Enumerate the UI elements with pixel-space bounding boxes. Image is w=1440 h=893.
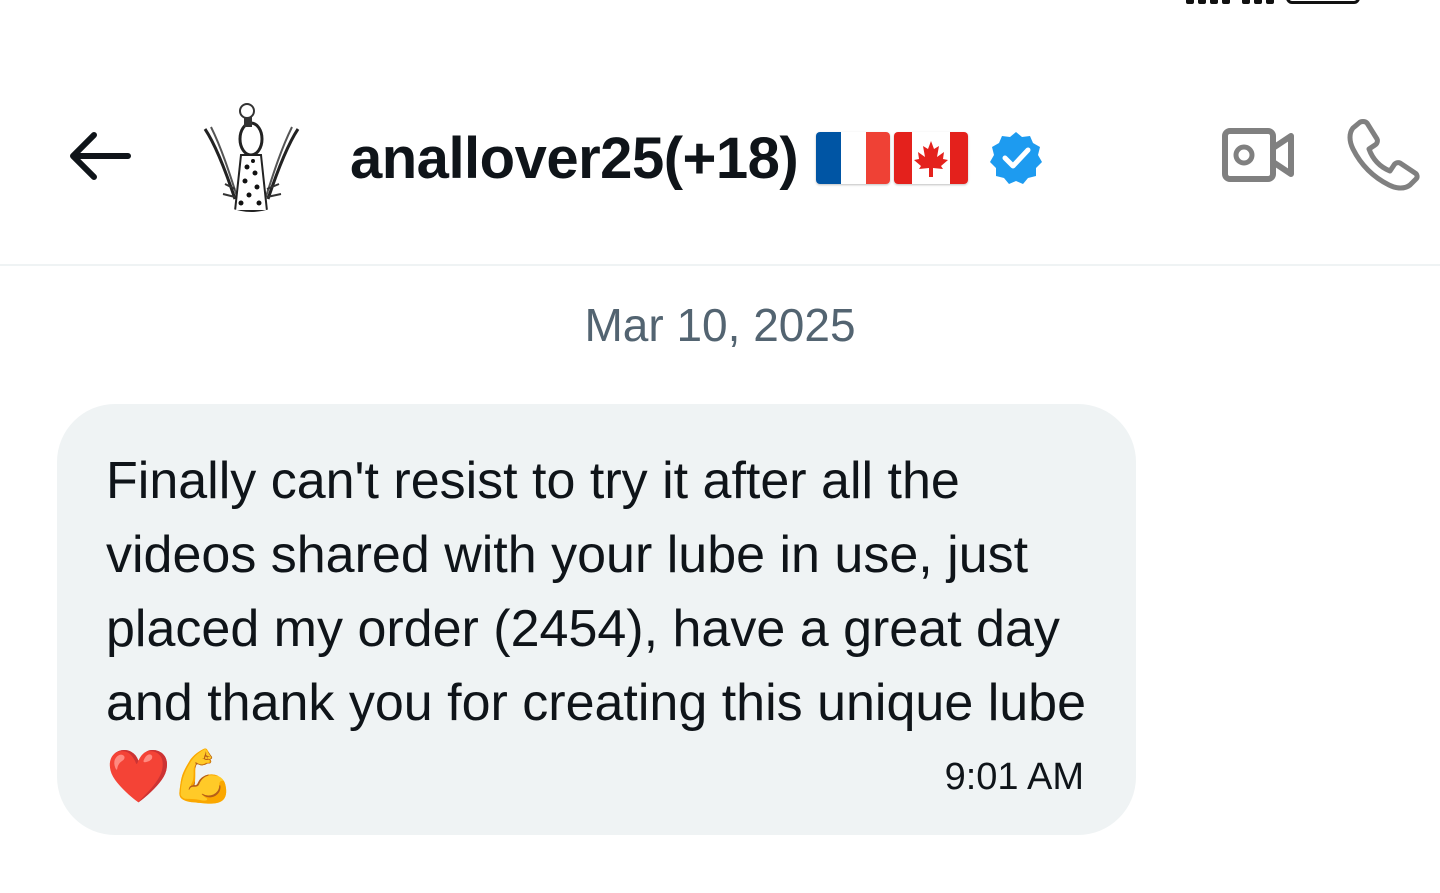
message-timestamp: 9:01 AM bbox=[944, 756, 1084, 798]
avatar[interactable] bbox=[195, 99, 308, 212]
user-info[interactable]: anallover25(+18) bbox=[350, 118, 1044, 198]
flag-list bbox=[816, 132, 969, 184]
video-call-button[interactable] bbox=[1218, 122, 1298, 188]
verified-badge-icon bbox=[988, 130, 1044, 186]
heart-muscle-emoji: ❤️💪 bbox=[106, 747, 236, 807]
message-bubble[interactable]: Finally can't resist to try it after all… bbox=[57, 404, 1136, 835]
back-button[interactable] bbox=[62, 124, 136, 188]
dm-conversation-screen: anallover25(+18) Mar 10, 2025 Finally ca… bbox=[0, 0, 1440, 893]
phone-icon bbox=[1347, 119, 1420, 191]
username: anallover25(+18) bbox=[350, 125, 799, 191]
avatar-image bbox=[195, 99, 308, 212]
message-body: Finally can't resist to try it after all… bbox=[106, 452, 1087, 732]
date-separator: Mar 10, 2025 bbox=[584, 299, 856, 351]
france-flag-icon bbox=[816, 132, 891, 184]
video-camera-icon bbox=[1222, 128, 1294, 182]
conversation-header: anallover25(+18) bbox=[0, 0, 1440, 266]
arrow-left-icon bbox=[70, 132, 131, 180]
canada-flag-icon bbox=[894, 132, 969, 184]
voice-call-button[interactable] bbox=[1342, 114, 1426, 194]
